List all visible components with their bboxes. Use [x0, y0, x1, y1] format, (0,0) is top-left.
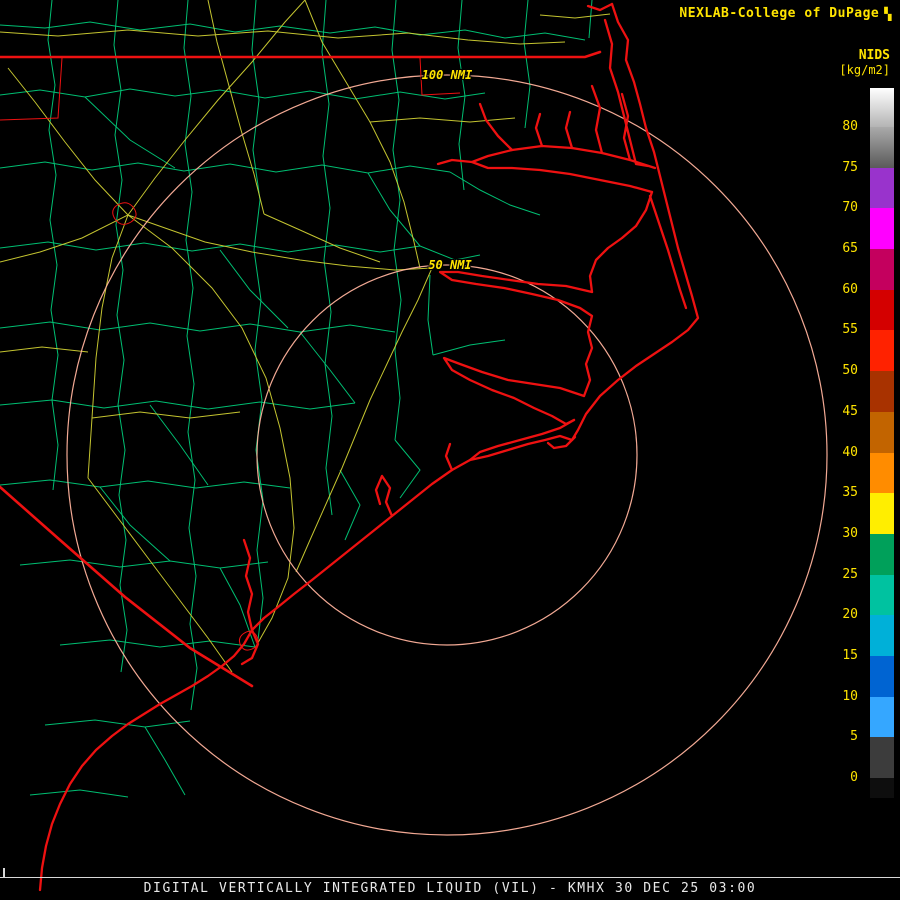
coastline-main: [40, 4, 698, 890]
colorbar-tick-label: 0: [850, 771, 858, 785]
range-ring-label-100: 100 NMI: [422, 68, 473, 82]
colorbar-tick-label: 75: [842, 161, 858, 175]
radar-display: NEXLAB-College of DuPage ▚ NIDS [kg/m2] 8…: [0, 0, 900, 900]
pamlico-river: [440, 272, 592, 396]
outer-banks-inner-shore: [588, 4, 686, 308]
colorbar-segment: [870, 88, 894, 127]
colorbar-segment: [870, 575, 894, 616]
brand-text: NEXLAB-College of DuPage: [679, 6, 879, 21]
colorbar-segment: [870, 493, 894, 534]
footer-caption: DIGITAL VERTICALLY INTEGRATED LIQUID (VI…: [0, 881, 900, 896]
colorbar-tick-label: 50: [842, 364, 858, 378]
colorbar-tick-label: 65: [842, 242, 858, 256]
nexlab-logo-icon: ▚: [884, 8, 892, 20]
colorbar-tick-label: 15: [842, 649, 858, 663]
colorbar-tick-label: 5: [850, 730, 858, 744]
header: NEXLAB-College of DuPage ▚: [679, 6, 892, 21]
state-border-north: [0, 52, 600, 57]
colorbar-tick-label: 80: [842, 120, 858, 134]
colorbar-segment: [870, 290, 894, 331]
colorbar-tick-label: 30: [842, 527, 858, 541]
county-lines-diagonal: [85, 97, 540, 795]
colorbar-segment: [870, 534, 894, 575]
bogue-sound-inner-shore: [470, 420, 574, 460]
colorbar-segment: [870, 656, 894, 697]
pamlico-sound-west-shore: [590, 192, 652, 292]
colorbar-tick-label: 40: [842, 446, 858, 460]
colorbar-tick-label: 25: [842, 568, 858, 582]
colorbar-tick-label: 55: [842, 323, 858, 337]
colorbar-segment: [870, 412, 894, 453]
albemarle-river-arms: [438, 86, 630, 164]
colorbar-units: [kg/m2]: [839, 63, 890, 77]
city-outline-loops: [113, 203, 258, 650]
colorbar-segment: [870, 208, 894, 249]
colorbar-segment: [870, 697, 894, 738]
neuse-river: [444, 358, 584, 424]
colorbar-tick-label: 20: [842, 608, 858, 622]
colorbar-title: NIDS: [859, 48, 890, 63]
colorbar-segment: [870, 737, 894, 778]
colorbar-segment: [870, 127, 894, 168]
colorbar-tick-label: 35: [842, 486, 858, 500]
footer-divider: [0, 877, 900, 878]
road-network: [0, 0, 610, 672]
colorbar-segment: [870, 330, 894, 371]
colorbar-segments: [870, 88, 894, 798]
colorbar-segment: [870, 168, 894, 209]
colorbar-segment: [870, 371, 894, 412]
roads-layer: [0, 0, 610, 672]
colorbar-segment: [870, 778, 894, 798]
radar-map: [0, 0, 900, 900]
coastal-inlets: [376, 444, 452, 516]
colorbar-tick-label: 10: [842, 690, 858, 704]
colorbar-segment: [870, 453, 894, 494]
state-border-south: [0, 487, 252, 686]
colorbar-tick-label: 45: [842, 405, 858, 419]
colorbar-segment: [870, 249, 894, 290]
county-lines-vertical: [48, 0, 592, 710]
coastline-layer: [40, 4, 698, 890]
colorbar-tick-label: 70: [842, 201, 858, 215]
footer-divider-tick: [3, 868, 5, 878]
colorbar-segment: [870, 615, 894, 656]
colorbar-tick-label: 60: [842, 283, 858, 297]
range-ring-label-50: 50 NMI: [428, 258, 471, 272]
county-lines-horizontal: [0, 22, 585, 797]
